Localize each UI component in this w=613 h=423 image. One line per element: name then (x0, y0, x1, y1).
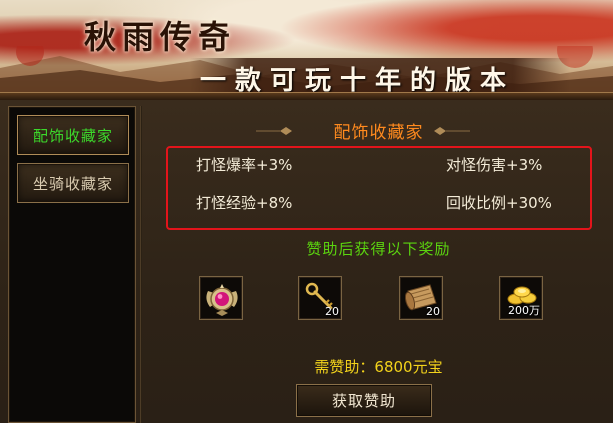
attribute-box: 打怪爆率+3% 对怪伤害+3% 打怪经验+8% 回收比例+30% (166, 146, 592, 230)
banner-frame-strip (0, 92, 613, 100)
button-label: 获取赞助 (331, 392, 396, 410)
attribute-exp-bonus: 打怪经验+8% (196, 194, 293, 212)
reward-quantity: 200万 (508, 304, 540, 317)
sponsor-cost: 需赞助：6800元宝 (144, 356, 613, 377)
vertical-divider (140, 106, 142, 423)
attribute-recycle-ratio: 回收比例+30% (446, 194, 552, 212)
attribute-monster-damage: 对怪伤害+3% (446, 156, 543, 174)
sidebar: 配饰收藏家 坐骑收藏家 (8, 106, 136, 423)
cost-value: 6800元宝 (374, 358, 443, 376)
reward-slot-scroll[interactable]: 20 (399, 276, 443, 320)
reward-title: 赞助后获得以下奖励 (306, 240, 451, 258)
game-title: 秋雨传奇 (84, 18, 237, 56)
reward-slot-key[interactable]: 20 (298, 276, 342, 320)
collector-heading: 配饰收藏家 (333, 123, 424, 143)
cost-label: 需赞助： (314, 358, 375, 376)
reward-quantity: 20 (325, 305, 339, 318)
sidebar-item-label: 配饰收藏家 (32, 126, 113, 145)
reward-slot-amulet[interactable] (199, 276, 243, 320)
sidebar-item-label: 坐骑收藏家 (32, 174, 113, 193)
main-panel: 配饰收藏家 坐骑收藏家 配饰收藏家 打怪爆率+3% 对怪伤害+3% 打怪经验+8… (0, 100, 613, 423)
get-sponsor-button[interactable]: 获取赞助 (296, 384, 432, 417)
ornament-right-icon (434, 127, 470, 135)
banner: 秋雨传奇 一款可玩十年的版本 (0, 0, 613, 100)
jeweled-amulet-icon (206, 284, 238, 316)
attribute-drop-rate: 打怪爆率+3% (196, 156, 293, 174)
heading-row: 配饰收藏家 (144, 118, 613, 144)
sidebar-item-mount-collector[interactable]: 坐骑收藏家 (17, 163, 129, 203)
sidebar-item-accessory-collector[interactable]: 配饰收藏家 (17, 115, 129, 155)
reward-quantity: 20 (426, 305, 440, 318)
reward-slot-gold[interactable]: 200万 (499, 276, 543, 320)
content-area: 配饰收藏家 打怪爆率+3% 对怪伤害+3% 打怪经验+8% 回收比例+30% 赞… (144, 100, 613, 423)
